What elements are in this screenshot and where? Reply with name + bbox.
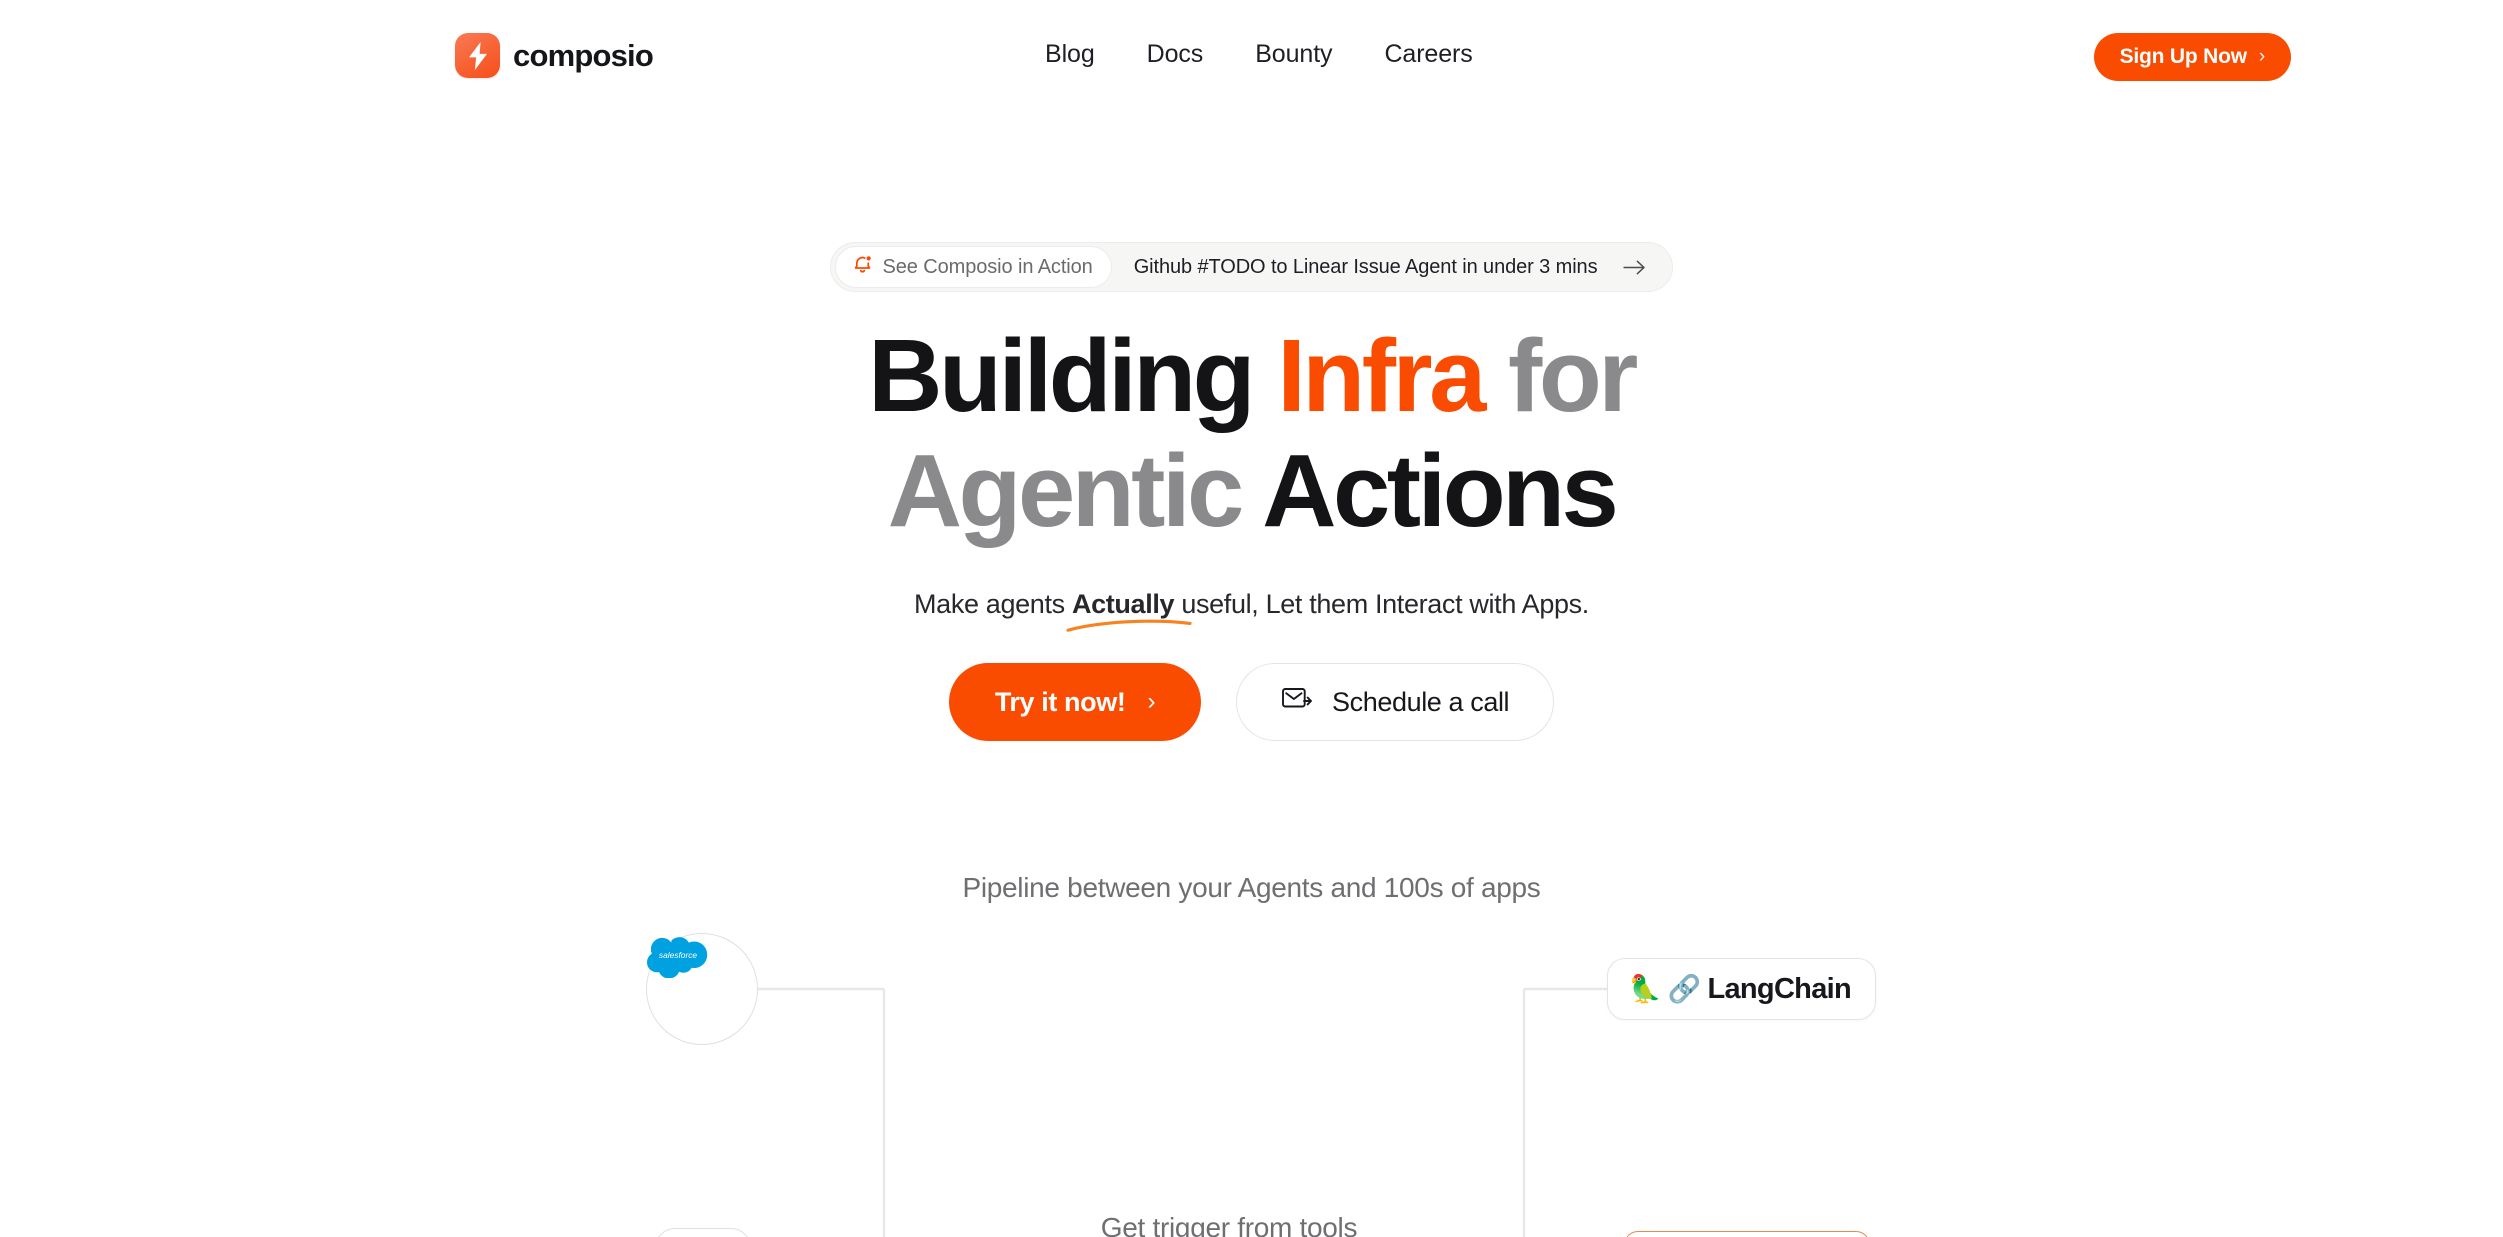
mail-send-icon <box>1281 686 1313 719</box>
try-it-now-button[interactable]: Try it now! › <box>948 663 1202 741</box>
hero-word-actions: Actions <box>1262 433 1619 549</box>
try-it-now-label: Try it now! <box>994 686 1126 717</box>
chevron-right-icon: › <box>1147 688 1156 715</box>
announcement-badge: See Composio in Action <box>834 246 1112 288</box>
arrow-right-icon[interactable] <box>1623 259 1646 276</box>
brand-logo[interactable]: composio <box>455 33 654 78</box>
trigger-label: Get trigger from tools <box>1100 1212 1358 1237</box>
hero-word-building: Building <box>868 318 1255 433</box>
site-header: composio Blog Docs Bounty Careers Sign U… <box>0 0 2503 120</box>
hero-title-line-1: Building Infra for <box>0 318 2503 433</box>
nav-item-blog[interactable]: Blog <box>1045 40 1095 69</box>
parrot-icon: 🦜 <box>1628 973 1662 1004</box>
sign-up-label: Sign Up Now <box>2119 45 2247 68</box>
hero-title-line-2: Agentic Actions <box>0 433 2503 548</box>
announcement-banner[interactable]: See Composio in Action Github #TODO to L… <box>829 242 1674 292</box>
bell-notification-icon <box>852 254 873 280</box>
hero-subtitle-prefix: Make agents <box>914 589 1072 619</box>
pipeline-diagram: salesforce 🦜 🔗 LangChain Get trigger fro… <box>646 930 1876 1237</box>
announcement-badge-label: See Composio in Action <box>882 255 1093 278</box>
lightning-bolt-icon <box>455 33 500 78</box>
pipeline-node-partial-left[interactable] <box>655 1228 751 1237</box>
brand-name: composio <box>513 37 654 73</box>
announcement-text: Github #TODO to Linear Issue Agent in un… <box>1133 255 1598 278</box>
nav-item-careers[interactable]: Careers <box>1384 40 1472 69</box>
chain-link-icon: 🔗 <box>1667 973 1702 1004</box>
pipeline-caption: Pipeline between your Agents and 100s of… <box>962 872 1541 903</box>
hero-subtitle: Make agents Actually useful, Let them In… <box>0 589 2503 632</box>
langchain-label: LangChain <box>1707 972 1851 1005</box>
hero-subtitle-suffix: useful, Let them Interact with Apps. <box>1174 589 1589 619</box>
chevron-right-icon: › <box>2258 46 2265 67</box>
underline-swoosh-icon <box>1066 619 1192 632</box>
schedule-a-call-button[interactable]: Schedule a call <box>1236 663 1555 741</box>
landing-page: composio Blog Docs Bounty Careers Sign U… <box>0 0 2503 1237</box>
hero-word-agentic: Agentic <box>887 433 1245 549</box>
hero-word-infra: Infra <box>1277 318 1486 433</box>
main-nav: Blog Docs Bounty Careers <box>1045 40 1473 69</box>
nav-item-docs[interactable]: Docs <box>1147 40 1204 69</box>
cta-row: Try it now! › Schedule a call <box>0 663 2503 741</box>
hero-title: Building Infra for Agentic Actions <box>0 318 2503 549</box>
hero-word-for: for <box>1508 318 1638 433</box>
sign-up-button[interactable]: Sign Up Now › <box>2093 33 2291 81</box>
hero-subtitle-highlight: Actually <box>1071 589 1175 619</box>
pipeline-node-langchain[interactable]: 🦜 🔗 LangChain <box>1607 958 1876 1020</box>
pipeline-node-salesforce[interactable]: salesforce <box>646 933 758 1045</box>
nav-item-bounty[interactable]: Bounty <box>1255 40 1332 69</box>
hero-subtitle-highlight-wrap: Actually <box>1066 589 1192 632</box>
schedule-a-call-label: Schedule a call <box>1332 686 1510 717</box>
svg-text:salesforce: salesforce <box>659 950 698 960</box>
pipeline-node-partial-right[interactable] <box>1624 1231 1870 1237</box>
